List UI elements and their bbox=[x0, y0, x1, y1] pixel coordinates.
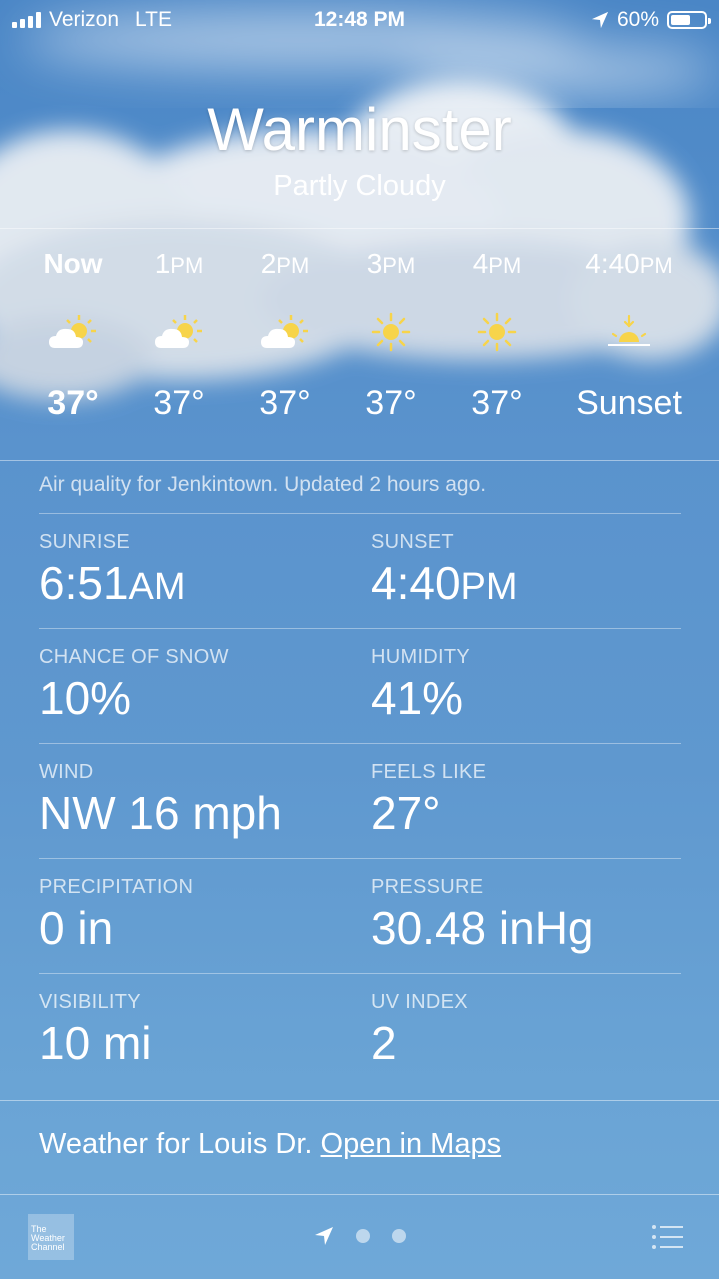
detail-row: WIND NW 16 mph FEELS LIKE 27° bbox=[39, 743, 681, 858]
hourly-forecast[interactable]: Now 37° 1PM 37° 2PM 37° 3PM 37° 4PM 37° … bbox=[0, 248, 719, 448]
detail-precipitation: PRECIPITATION 0 in bbox=[39, 876, 193, 955]
city-name: Warminster bbox=[207, 96, 512, 163]
hour-temp: 37° bbox=[153, 384, 205, 422]
hour-label: 2 bbox=[260, 248, 277, 279]
maps-footer: Weather for Louis Dr. Open in Maps bbox=[39, 1128, 501, 1161]
detail-label: SUNSET bbox=[371, 531, 454, 553]
detail-label: CHANCE OF SNOW bbox=[39, 646, 229, 668]
detail-value: 6:51 bbox=[39, 557, 129, 609]
detail-value: 10% bbox=[39, 672, 132, 724]
detail-humidity: HUMIDITY 41% bbox=[371, 646, 470, 725]
status-bar: Verizon LTE 12:48 PM 60% bbox=[0, 0, 719, 40]
location-arrow-icon[interactable] bbox=[314, 1226, 334, 1246]
detail-wind: WIND NW 16 mph bbox=[39, 761, 282, 840]
list-icon[interactable] bbox=[651, 1224, 683, 1250]
hourly-item: 4PM 37° bbox=[444, 248, 550, 423]
detail-label: PRECIPITATION bbox=[39, 876, 194, 898]
hour-ampm: PM bbox=[382, 253, 416, 278]
detail-sunset: SUNSET 4:40PM bbox=[371, 531, 518, 610]
hour-temp: 37° bbox=[471, 384, 523, 422]
hourly-bottom-divider bbox=[0, 460, 719, 461]
partly-cloudy-icon bbox=[232, 302, 338, 362]
detail-uv-index: UV INDEX 2 bbox=[371, 991, 468, 1070]
hourly-item: 2PM 37° bbox=[232, 248, 338, 423]
hour-temp: 37° bbox=[365, 384, 417, 422]
detail-value: 41% bbox=[371, 672, 464, 724]
hour-ampm: PM bbox=[488, 253, 522, 278]
page-indicator[interactable] bbox=[0, 1226, 719, 1246]
page-dot[interactable] bbox=[391, 1229, 406, 1243]
hour-label: 4:40 bbox=[585, 248, 640, 279]
location-services-icon bbox=[591, 11, 609, 29]
hourly-item: 3PM 37° bbox=[338, 248, 444, 423]
hour-label: 4 bbox=[472, 248, 489, 279]
detail-pressure: PRESSURE 30.48 inHg bbox=[371, 876, 594, 955]
page-dot[interactable] bbox=[355, 1229, 370, 1243]
detail-row: SUNRISE 6:51AM SUNSET 4:40PM bbox=[39, 513, 681, 628]
detail-row: CHANCE OF SNOW 10% HUMIDITY 41% bbox=[39, 628, 681, 743]
detail-value: NW 16 mph bbox=[39, 787, 282, 839]
sun-icon bbox=[444, 302, 550, 362]
hour-ampm: PM bbox=[639, 253, 673, 278]
air-quality-note: Air quality for Jenkintown. Updated 2 ho… bbox=[39, 473, 487, 496]
hour-temp: 37° bbox=[259, 384, 311, 422]
open-in-maps-link[interactable]: Open in Maps bbox=[321, 1128, 502, 1160]
detail-sunrise: SUNRISE 6:51AM bbox=[39, 531, 186, 610]
detail-suffix: PM bbox=[460, 566, 518, 608]
bottom-toolbar: The Weather Channel bbox=[0, 1194, 719, 1279]
sunset-icon bbox=[560, 302, 698, 362]
hourly-item: 4:40PM Sunset bbox=[560, 248, 698, 423]
detail-value: 30.48 inHg bbox=[371, 902, 594, 954]
hour-label: Now bbox=[43, 248, 103, 279]
detail-value: 27° bbox=[371, 787, 441, 839]
hour-ampm: PM bbox=[170, 253, 204, 278]
detail-label: PRESSURE bbox=[371, 876, 484, 898]
detail-value: 2 bbox=[371, 1017, 397, 1069]
battery-icon bbox=[667, 11, 711, 29]
detail-label: FEELS LIKE bbox=[371, 761, 487, 783]
hour-temp: Sunset bbox=[576, 384, 682, 422]
partly-cloudy-icon bbox=[126, 302, 232, 362]
detail-value: 4:40 bbox=[371, 557, 461, 609]
detail-label: UV INDEX bbox=[371, 991, 468, 1013]
detail-label: VISIBILITY bbox=[39, 991, 141, 1013]
hour-ampm: PM bbox=[276, 253, 310, 278]
detail-suffix: AM bbox=[128, 566, 186, 608]
hour-temp: 37° bbox=[47, 384, 99, 422]
partly-cloudy-icon bbox=[20, 302, 126, 362]
detail-visibility: VISIBILITY 10 mi bbox=[39, 991, 151, 1070]
battery-area: 60% bbox=[591, 8, 711, 32]
location-header: Warminster Partly Cloudy bbox=[0, 95, 719, 203]
detail-label: WIND bbox=[39, 761, 94, 783]
detail-row: PRECIPITATION 0 in PRESSURE 30.48 inHg bbox=[39, 858, 681, 973]
hourly-top-divider bbox=[0, 228, 719, 229]
hour-label: 3 bbox=[366, 248, 383, 279]
detail-value: 10 mi bbox=[39, 1017, 152, 1069]
detail-row: VISIBILITY 10 mi UV INDEX 2 bbox=[39, 973, 681, 1088]
detail-value: 0 in bbox=[39, 902, 114, 954]
weather-location-text: Weather for Louis Dr. bbox=[39, 1128, 313, 1160]
detail-label: SUNRISE bbox=[39, 531, 131, 553]
battery-percent: 60% bbox=[616, 8, 659, 31]
current-condition: Partly Cloudy bbox=[273, 170, 446, 202]
hourly-item: 1PM 37° bbox=[126, 248, 232, 423]
hour-label: 1 bbox=[154, 248, 171, 279]
hourly-item: Now 37° bbox=[20, 248, 126, 423]
detail-feels-like: FEELS LIKE 27° bbox=[371, 761, 486, 840]
footer-top-divider bbox=[0, 1100, 719, 1101]
sun-icon bbox=[338, 302, 444, 362]
detail-label: HUMIDITY bbox=[371, 646, 471, 668]
detail-chance-of-snow: CHANCE OF SNOW 10% bbox=[39, 646, 229, 725]
